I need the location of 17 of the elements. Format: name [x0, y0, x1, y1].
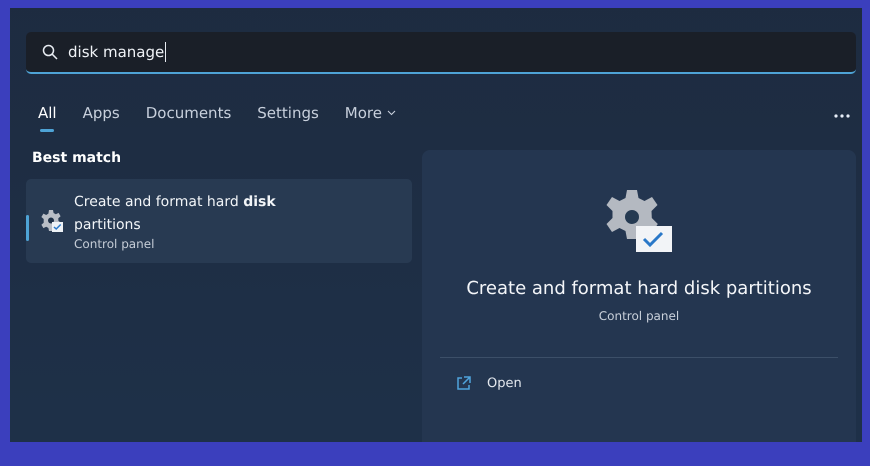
filter-tab[interactable]: Documents	[146, 104, 232, 128]
more-options-icon[interactable]	[834, 114, 850, 118]
result-subtitle: Control panel	[74, 237, 156, 251]
result-title: Create and format hard disk partitions	[74, 193, 277, 235]
search-field[interactable]: disk manage	[26, 32, 856, 74]
chevron-down-icon	[386, 110, 396, 116]
preview-subtitle: Control panel	[598, 309, 680, 323]
filter-tab[interactable]: Apps	[82, 104, 120, 128]
filter-tab[interactable]: Settings	[257, 104, 319, 128]
open-action[interactable]: Open	[456, 376, 522, 391]
search-icon	[42, 44, 58, 60]
external-link-icon	[456, 376, 471, 391]
gear-checkbox-icon	[40, 209, 64, 233]
preview-title: Create and format hard disk partitions	[466, 278, 812, 299]
result-item[interactable]: Create and format hard disk partitions Control panel	[26, 179, 412, 263]
section-heading: Best match	[31, 150, 122, 166]
filter-tab[interactable]: More	[344, 104, 396, 128]
